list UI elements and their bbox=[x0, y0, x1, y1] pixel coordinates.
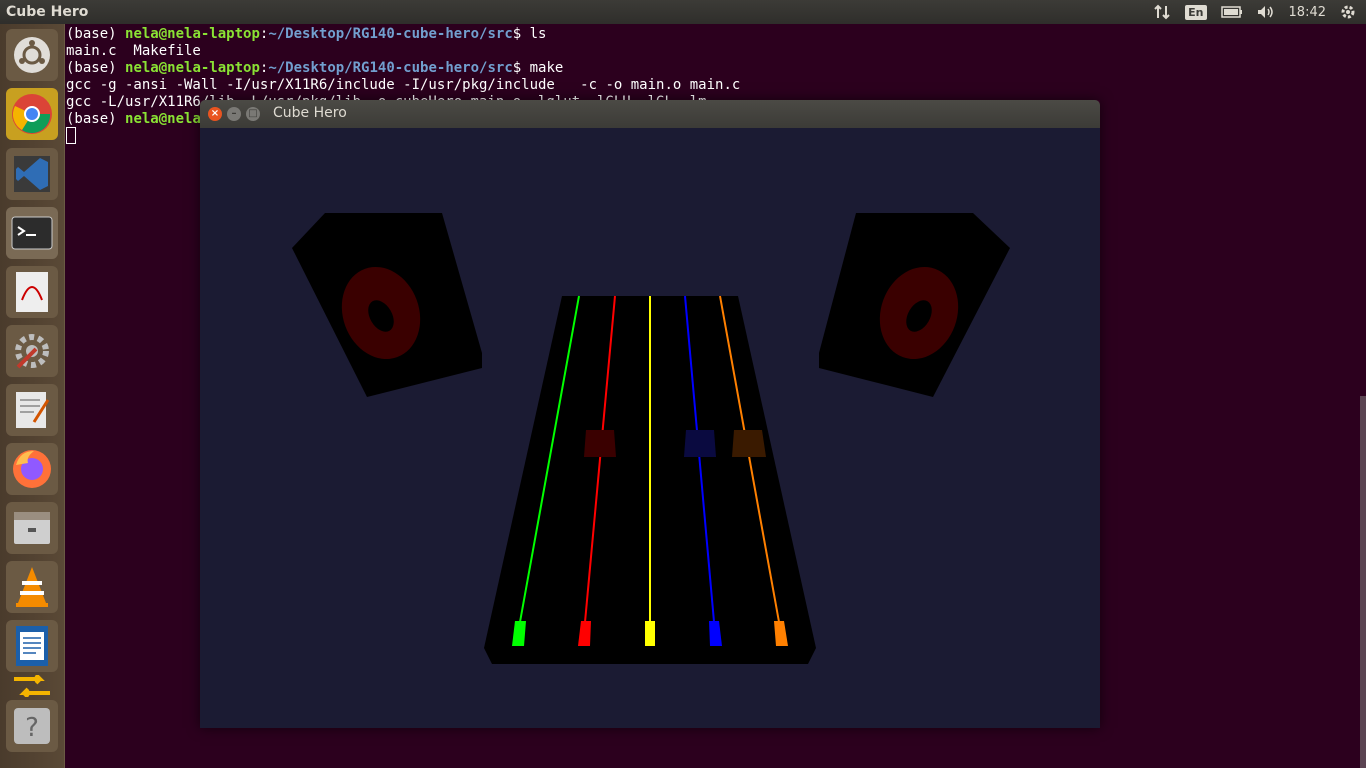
window-titlebar[interactable]: × – □ Cube Hero bbox=[200, 100, 1100, 128]
hit-button-yellow bbox=[645, 621, 655, 646]
left-speaker bbox=[292, 213, 482, 397]
text-editor-icon[interactable] bbox=[6, 384, 58, 436]
close-button[interactable]: × bbox=[208, 107, 222, 121]
firefox-icon[interactable] bbox=[6, 443, 58, 495]
volume-icon[interactable] bbox=[1257, 5, 1275, 19]
keyboard-layout-indicator[interactable]: En bbox=[1185, 4, 1207, 20]
window-title: Cube Hero bbox=[273, 105, 347, 121]
pdf-viewer-icon[interactable] bbox=[6, 266, 58, 318]
cube-hero-window[interactable]: × – □ Cube Hero bbox=[200, 100, 1100, 728]
gear-icon[interactable] bbox=[1340, 4, 1356, 20]
terminal-line: (base) nela@nela-laptop:~/Desktop/RG140-… bbox=[66, 60, 564, 76]
terminal-line: gcc -g -ansi -Wall -I/usr/X11R6/include … bbox=[66, 77, 741, 93]
terminal-line: (base) nela@nela-laptop:~/Desktop/RG140-… bbox=[66, 26, 547, 42]
falling-note-orange bbox=[732, 430, 766, 457]
network-arrows-icon[interactable] bbox=[1153, 4, 1171, 20]
battery-icon[interactable] bbox=[1220, 6, 1243, 18]
falling-note-blue bbox=[684, 430, 716, 457]
help-icon[interactable]: ? bbox=[6, 700, 58, 752]
minimize-button[interactable]: – bbox=[227, 107, 241, 121]
vlc-icon[interactable] bbox=[6, 561, 58, 613]
svg-text:?: ? bbox=[25, 713, 39, 743]
terminal-line: main.c Makefile bbox=[66, 43, 201, 59]
clock[interactable]: 18:42 bbox=[1289, 5, 1326, 20]
launcher: ? bbox=[0, 24, 65, 768]
system-settings-icon[interactable] bbox=[6, 325, 58, 377]
game-scene bbox=[292, 213, 1010, 664]
file-manager-icon[interactable] bbox=[6, 502, 58, 554]
right-speaker bbox=[819, 213, 1010, 397]
maximize-button[interactable]: □ bbox=[246, 107, 260, 121]
terminal-icon[interactable] bbox=[6, 207, 58, 259]
terminal-line: (base) nela@nela bbox=[66, 111, 201, 127]
chrome-icon[interactable] bbox=[6, 88, 58, 140]
falling-note-red bbox=[584, 430, 616, 457]
game-viewport[interactable] bbox=[200, 128, 1100, 728]
active-app-title: Cube Hero bbox=[6, 4, 89, 20]
vscode-icon[interactable] bbox=[6, 148, 58, 200]
top-panel: Cube Hero En 18:42 bbox=[0, 0, 1366, 24]
terminal-cursor bbox=[66, 127, 76, 144]
writer-icon[interactable] bbox=[6, 620, 58, 672]
arrows-icon[interactable] bbox=[6, 674, 58, 698]
system-tray: En 18:42 bbox=[1153, 0, 1356, 24]
ubuntu-dash-icon[interactable] bbox=[6, 29, 58, 81]
terminal-scrollbar[interactable] bbox=[1360, 396, 1366, 768]
